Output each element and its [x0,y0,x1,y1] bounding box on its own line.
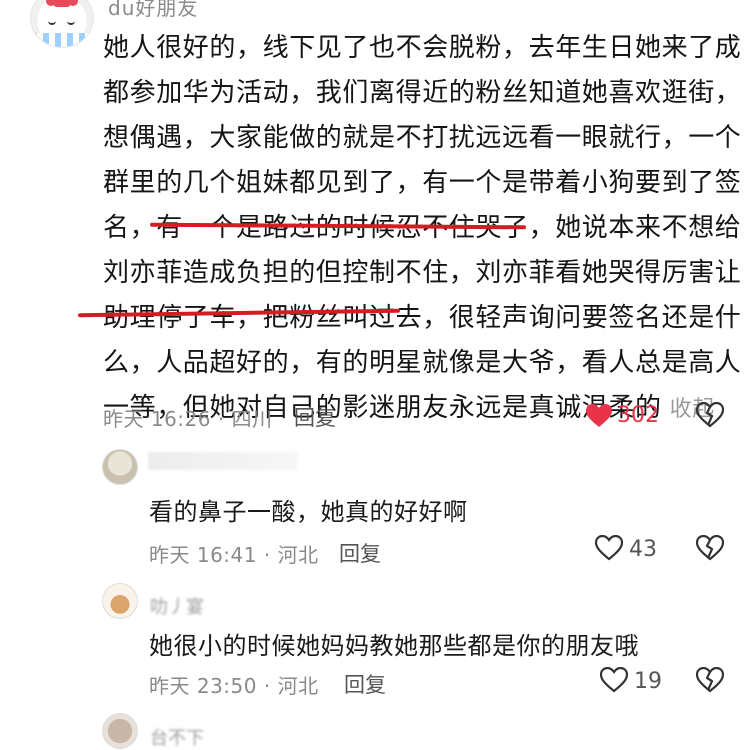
like-count: 19 [634,669,662,694]
comment-line: 群里的几个姐妹都见到了，有一个是带着小狗要到了签 [103,168,742,198]
comment-line: 刘亦菲造成负担的但控制不住，刘亦菲看她哭得厉害让 [103,258,742,288]
reply-button[interactable]: 回复 [294,402,336,432]
dislike-button[interactable] [696,667,724,693]
heart-outline-icon [595,535,623,561]
like-button[interactable] [600,667,628,693]
comment-line: 助理停了车，把粉丝叫过去，很轻声询问要签名还是什 [103,303,742,333]
reply-username[interactable]: 台不下 [150,724,204,750]
reply-text: 她很小的时候她妈妈教她那些都是你的朋友哦 [149,632,639,660]
reply-time-location: 昨天 23:50 · 河北 [149,674,319,698]
reply-text: 看的鼻子一酸，她真的好好啊 [149,498,468,526]
reply-button[interactable]: 回复 [339,538,381,568]
eye-icon [67,17,75,25]
reply-button[interactable]: 回复 [344,669,386,699]
like-count: 43 [629,537,657,562]
comment-username[interactable]: du好朋友 [108,0,198,21]
heart-outline-icon [600,667,628,693]
eye-icon [48,17,56,25]
comment-line: 想偶遇，大家能做的就是不打扰远远看一眼就行，一个 [103,123,742,153]
dislike-button[interactable] [696,535,724,561]
like-count: 302 [617,403,659,428]
shirt-stripe [31,33,93,47]
like-button[interactable] [595,535,623,561]
heart-filled-icon [586,404,612,427]
comment-text: 她人很好的，线下见了也不会脱粉，去年生日她来了成 都参加华为活动，我们离得近的粉… [103,26,743,432]
broken-heart-icon [696,667,724,693]
comment-time-location: 昨天 16:26 · 四川 [103,407,273,431]
reply-time-location: 昨天 16:41 · 河北 [149,543,319,567]
reply-username-redacted [148,452,298,470]
comment-line: 她人很好的，线下见了也不会脱粉，去年生日她来了成 [103,33,742,63]
comment-line: 么，人品超好的，有的明星就像是大爷，看人总是高人 [103,348,742,378]
dislike-button[interactable] [696,402,724,428]
broken-heart-icon [696,402,724,428]
bow-icon [46,0,78,7]
user-avatar[interactable] [30,0,94,48]
reply-avatar[interactable] [102,583,138,619]
reply-username[interactable]: 叻丿宴 [150,593,204,619]
reply-avatar[interactable] [102,449,138,485]
reply-avatar[interactable] [102,713,138,749]
like-button[interactable] [585,403,613,429]
broken-heart-icon [696,535,724,561]
comment-line: 都参加华为活动，我们离得近的粉丝知道她喜欢逛街， [103,78,742,108]
